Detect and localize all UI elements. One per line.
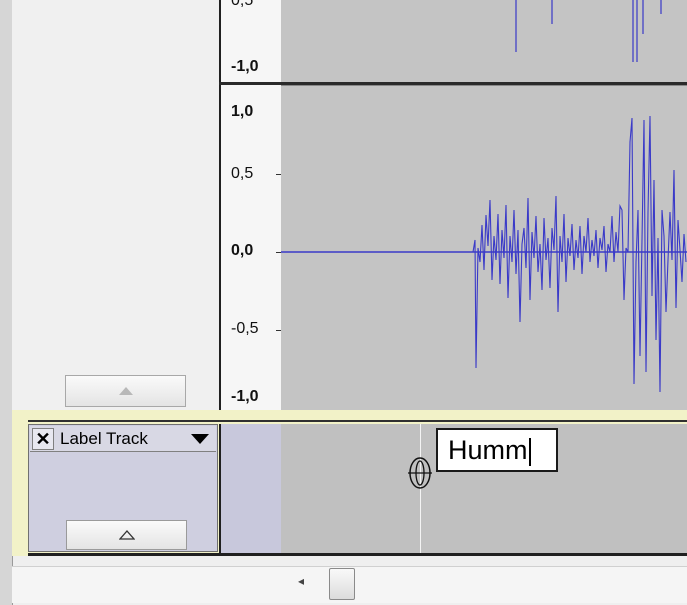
track-gap: [281, 85, 687, 95]
close-icon[interactable]: ✕: [32, 428, 54, 450]
audio-track-control-panel: [12, 0, 218, 410]
ruler-label: 1,0: [231, 103, 254, 120]
label-anchor-icon[interactable]: [406, 455, 434, 496]
ruler-label: 0,0: [231, 242, 254, 259]
label-track-top-border: [28, 420, 687, 422]
dropdown-arrow-icon[interactable]: [190, 432, 210, 450]
label-text-input[interactable]: Humm: [436, 428, 558, 472]
previous-track-waveform: [515, 0, 662, 62]
amplitude-ruler: 0,5 -1,0 1,0 0,5 0,0 -0,5 -1,0: [219, 0, 281, 410]
ruler-label: -0,5: [231, 320, 259, 337]
waveform-signal: [472, 115, 687, 393]
waveform: [281, 0, 687, 393]
text-caret: [528, 437, 531, 466]
collapse-arrow-icon: [118, 387, 133, 395]
waveform-area[interactable]: [281, 0, 687, 410]
label-track-bottom-border: [28, 553, 687, 556]
scroll-left-icon[interactable]: ◂: [298, 574, 304, 588]
label-track-ruler: [219, 424, 281, 556]
label-text: Humm: [448, 435, 528, 465]
collapse-arrow-icon: [118, 530, 135, 540]
label-track-collapse-button[interactable]: [66, 520, 187, 550]
ruler-label: -1,0: [231, 58, 259, 75]
audio-track-collapse-button[interactable]: [65, 375, 186, 407]
ruler-label: 0,5: [231, 0, 254, 9]
scroll-thumb[interactable]: [329, 568, 355, 600]
ruler-label: -1,0: [231, 388, 259, 405]
label-track-name-menu[interactable]: Label Track: [60, 429, 148, 449]
ruler-label: 0,5: [231, 165, 254, 182]
